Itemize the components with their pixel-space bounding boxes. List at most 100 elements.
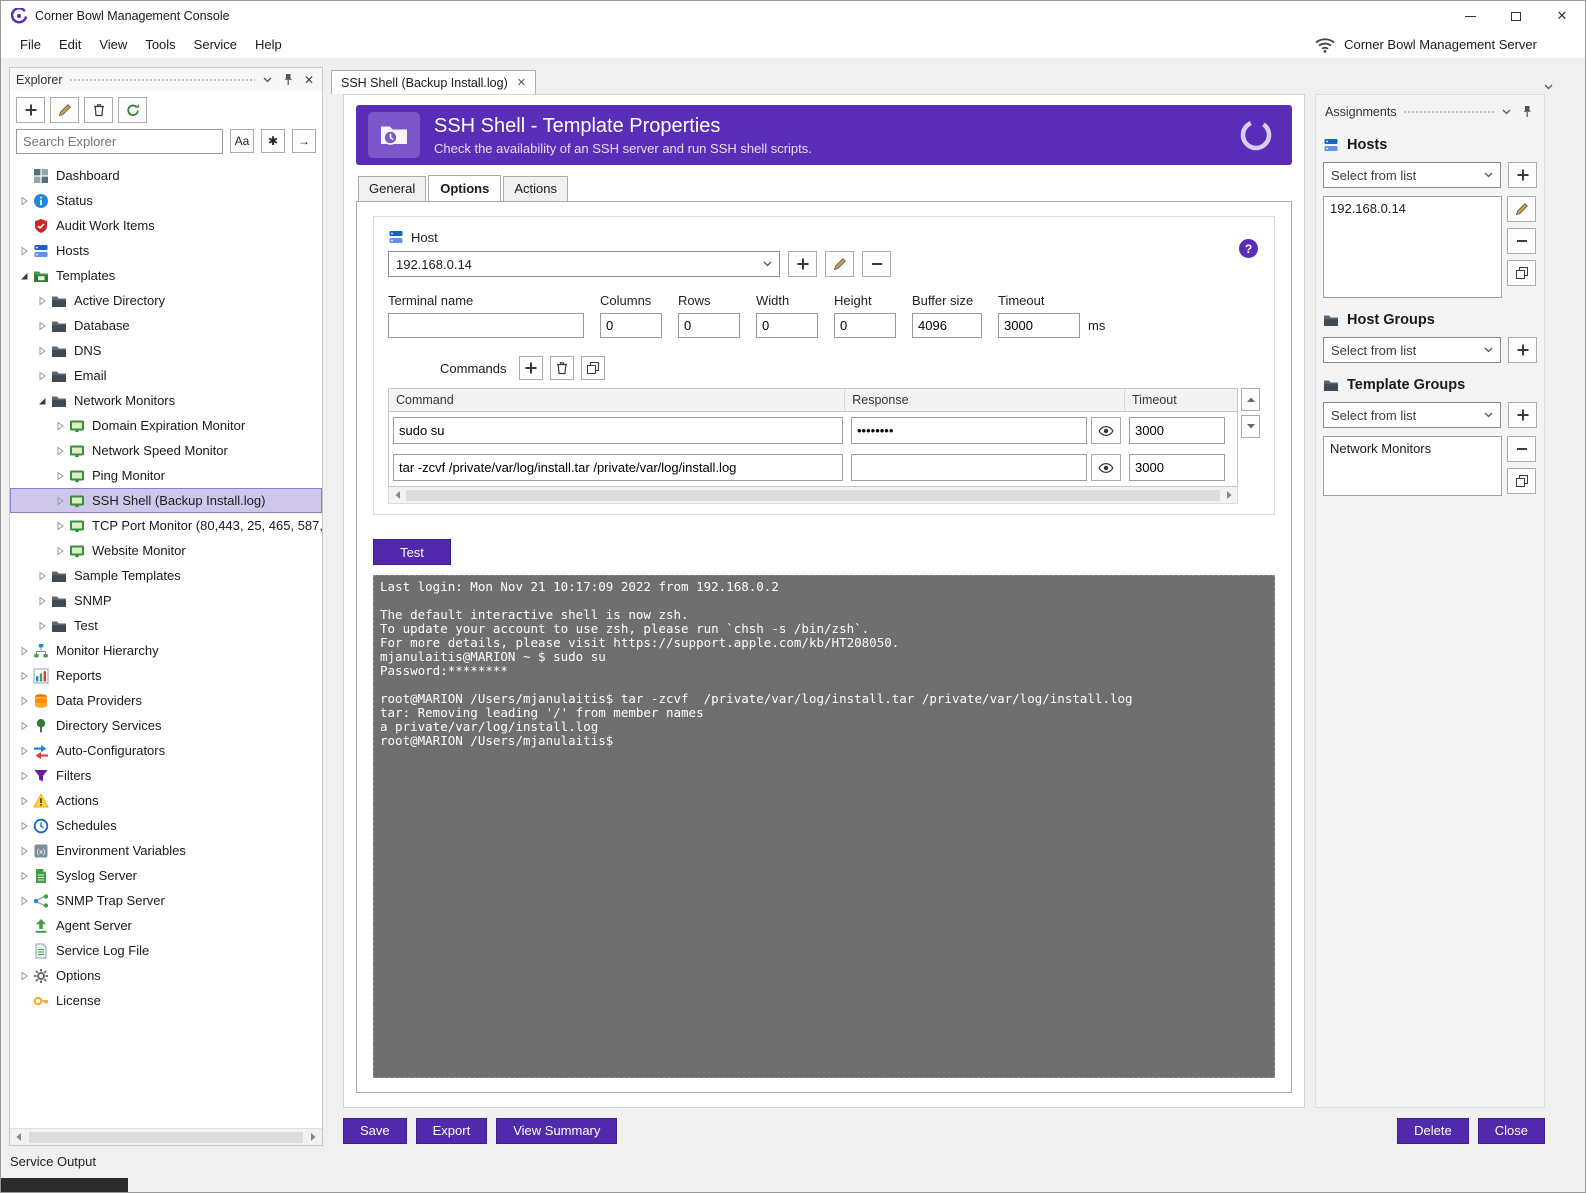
menu-edit[interactable]: Edit bbox=[50, 33, 90, 56]
tree-item-options[interactable]: Options bbox=[10, 963, 322, 988]
tab-options[interactable]: Options bbox=[428, 175, 501, 201]
chevron-right-icon[interactable] bbox=[34, 621, 49, 631]
test-button[interactable]: Test bbox=[373, 539, 451, 565]
explorer-close-button[interactable]: ✕ bbox=[302, 71, 316, 89]
chevron-right-icon[interactable] bbox=[16, 896, 31, 906]
template-groups-select-dropdown[interactable]: Select from list bbox=[1323, 402, 1501, 428]
scroll-up-icon[interactable] bbox=[1241, 388, 1260, 411]
chevron-expanded-icon[interactable] bbox=[16, 271, 31, 281]
chevron-right-icon[interactable] bbox=[52, 546, 67, 556]
tree-item-ping-monitor[interactable]: Ping Monitor bbox=[10, 463, 322, 488]
chevron-right-icon[interactable] bbox=[16, 196, 31, 206]
chevron-right-icon[interactable] bbox=[16, 671, 31, 681]
command-timeout-input[interactable] bbox=[1129, 454, 1225, 481]
close-template-button[interactable]: Close bbox=[1478, 1118, 1545, 1144]
service-output-label[interactable]: Service Output bbox=[1, 1146, 1585, 1169]
chevron-right-icon[interactable] bbox=[16, 646, 31, 656]
tree-item-network-speed-monitor[interactable]: Network Speed Monitor bbox=[10, 438, 322, 463]
show-response-button[interactable] bbox=[1091, 417, 1121, 444]
delete-template-button[interactable]: Delete bbox=[1397, 1118, 1469, 1144]
chevron-right-icon[interactable] bbox=[34, 321, 49, 331]
terminal-name-input[interactable] bbox=[388, 313, 584, 338]
explorer-pin-button[interactable] bbox=[280, 71, 296, 88]
host-combobox[interactable]: 192.168.0.14 bbox=[388, 251, 780, 277]
chevron-right-icon[interactable] bbox=[16, 721, 31, 731]
scroll-right-icon[interactable] bbox=[1221, 490, 1237, 500]
scroll-left-icon[interactable] bbox=[389, 490, 405, 500]
menu-help[interactable]: Help bbox=[246, 33, 291, 56]
explorer-horizontal-scrollbar[interactable] bbox=[10, 1128, 322, 1145]
tree-item-monitor-hierarchy[interactable]: Monitor Hierarchy bbox=[10, 638, 322, 663]
menu-view[interactable]: View bbox=[90, 33, 136, 56]
assignments-pin-button[interactable] bbox=[1519, 103, 1535, 120]
tree-item-syslog-server[interactable]: Syslog Server bbox=[10, 863, 322, 888]
copy-command-button[interactable] bbox=[581, 356, 605, 380]
tree-item-status[interactable]: Status bbox=[10, 188, 322, 213]
remove-host-button[interactable] bbox=[862, 251, 891, 277]
scrollbar-thumb[interactable] bbox=[29, 1132, 303, 1143]
tree-item-database[interactable]: Database bbox=[10, 313, 322, 338]
tree-item-schedules[interactable]: Schedules bbox=[10, 813, 322, 838]
export-button[interactable]: Export bbox=[416, 1118, 488, 1144]
add-template-group-button[interactable] bbox=[1508, 402, 1537, 428]
chevron-right-icon[interactable] bbox=[52, 446, 67, 456]
chevron-expanded-icon[interactable] bbox=[34, 396, 49, 406]
copy-template-group-button[interactable] bbox=[1507, 468, 1536, 494]
refresh-button[interactable] bbox=[118, 97, 147, 123]
tree-item-agent-server[interactable]: Agent Server bbox=[10, 913, 322, 938]
commands-horizontal-scrollbar[interactable] bbox=[388, 487, 1238, 504]
tree-item-hosts[interactable]: Hosts bbox=[10, 238, 322, 263]
tree-item-templates[interactable]: Templates bbox=[10, 263, 322, 288]
tree-item-ssh-shell-backup-install-log[interactable]: SSH Shell (Backup Install.log) bbox=[10, 488, 322, 513]
delete-button[interactable] bbox=[84, 97, 113, 123]
chevron-right-icon[interactable] bbox=[16, 821, 31, 831]
tree-item-auto-configurators[interactable]: Auto-Configurators bbox=[10, 738, 322, 763]
chevron-right-icon[interactable] bbox=[16, 971, 31, 981]
add-command-button[interactable] bbox=[519, 356, 543, 380]
tree-item-website-monitor[interactable]: Website Monitor bbox=[10, 538, 322, 563]
edit-host-assignment-button[interactable] bbox=[1507, 196, 1536, 222]
width-input[interactable] bbox=[756, 313, 818, 338]
edit-button[interactable] bbox=[50, 97, 79, 123]
chevron-right-icon[interactable] bbox=[16, 771, 31, 781]
tab-list-dropdown-button[interactable] bbox=[1540, 80, 1557, 94]
command-timeout-input[interactable] bbox=[1129, 417, 1225, 444]
tree-item-email[interactable]: Email bbox=[10, 363, 322, 388]
menu-tools[interactable]: Tools bbox=[136, 33, 184, 56]
save-button[interactable]: Save bbox=[343, 1118, 407, 1144]
chevron-right-icon[interactable] bbox=[52, 471, 67, 481]
tree-item-service-log-file[interactable]: Service Log File bbox=[10, 938, 322, 963]
hosts-select-dropdown[interactable]: Select from list bbox=[1323, 162, 1501, 188]
match-case-button[interactable]: Aa bbox=[230, 129, 254, 153]
tab-close-icon[interactable]: ✕ bbox=[517, 76, 526, 89]
chevron-right-icon[interactable] bbox=[16, 846, 31, 856]
terminal-output-panel[interactable]: Last login: Mon Nov 21 10:17:09 2022 fro… bbox=[373, 575, 1275, 1078]
host-groups-select-dropdown[interactable]: Select from list bbox=[1323, 337, 1501, 363]
close-button[interactable]: ✕ bbox=[1539, 1, 1585, 31]
view-summary-button[interactable]: View Summary bbox=[496, 1118, 617, 1144]
timeout-input[interactable] bbox=[998, 313, 1080, 338]
height-input[interactable] bbox=[834, 313, 896, 338]
assignments-collapse-button[interactable] bbox=[1500, 107, 1513, 117]
scroll-right-icon[interactable] bbox=[305, 1129, 322, 1145]
show-response-button[interactable] bbox=[1091, 454, 1121, 481]
tree-item-test[interactable]: Test bbox=[10, 613, 322, 638]
chevron-right-icon[interactable] bbox=[34, 571, 49, 581]
tab-actions[interactable]: Actions bbox=[503, 176, 568, 202]
chevron-right-icon[interactable] bbox=[16, 246, 31, 256]
tree-item-tcp-port-monitor-80-443-25-465-587-14[interactable]: TCP Port Monitor (80,443, 25, 465, 587, … bbox=[10, 513, 322, 538]
search-go-button[interactable]: → bbox=[292, 129, 316, 153]
command-input[interactable] bbox=[393, 417, 843, 444]
tree-item-dns[interactable]: DNS bbox=[10, 338, 322, 363]
tree-item-snmp-trap-server[interactable]: SNMP Trap Server bbox=[10, 888, 322, 913]
response-input[interactable] bbox=[851, 454, 1087, 481]
remove-template-group-button[interactable] bbox=[1507, 436, 1536, 462]
minimize-button[interactable] bbox=[1447, 1, 1493, 31]
search-input[interactable] bbox=[16, 129, 223, 154]
scrollbar-thumb[interactable] bbox=[406, 490, 1220, 501]
tree-item-reports[interactable]: Reports bbox=[10, 663, 322, 688]
chevron-right-icon[interactable] bbox=[16, 796, 31, 806]
explorer-drag-grip[interactable] bbox=[69, 78, 255, 82]
service-output-collapsed-panel[interactable] bbox=[1, 1178, 128, 1192]
chevron-right-icon[interactable] bbox=[34, 346, 49, 356]
